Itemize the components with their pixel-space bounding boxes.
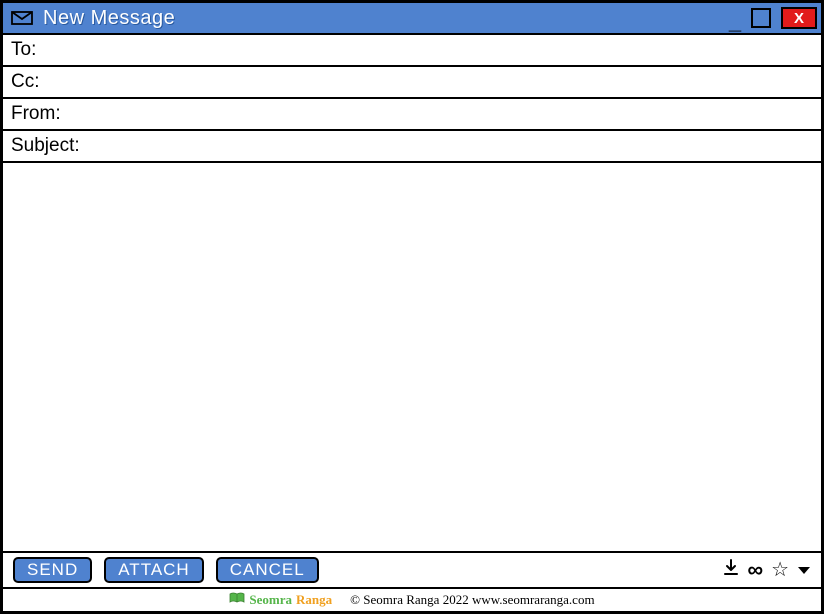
compose-toolbar: SEND ATTACH CANCEL ∞ ☆: [3, 553, 821, 589]
footer: Seomra Ranga © Seomra Ranga 2022 www.seo…: [3, 589, 821, 611]
star-icon[interactable]: ☆: [771, 560, 789, 580]
to-field-row[interactable]: To:: [3, 35, 821, 67]
envelope-icon: [11, 11, 33, 25]
to-label: To:: [11, 39, 36, 61]
from-field-row[interactable]: From:: [3, 99, 821, 131]
minimize-button[interactable]: _: [723, 6, 747, 30]
send-button[interactable]: SEND: [13, 557, 92, 583]
attach-button[interactable]: ATTACH: [104, 557, 203, 583]
cc-label: Cc:: [11, 71, 40, 93]
title-bar: New Message _ X: [3, 3, 821, 35]
dropdown-icon[interactable]: [797, 560, 811, 580]
brand-logo: Seomra Ranga: [229, 592, 332, 609]
subject-field-row[interactable]: Subject:: [3, 131, 821, 163]
cc-field-row[interactable]: Cc:: [3, 67, 821, 99]
message-body[interactable]: [3, 163, 821, 553]
window-controls: _ X: [723, 6, 817, 30]
cancel-button[interactable]: CANCEL: [216, 557, 319, 583]
maximize-button[interactable]: [751, 8, 771, 28]
email-compose-window: New Message _ X To: Cc: From: Subject: S…: [0, 0, 824, 614]
toolbar-right-icons: ∞ ☆: [723, 559, 811, 581]
copyright-text: © Seomra Ranga 2022 www.seomraranga.com: [350, 592, 594, 608]
brand-word-1: Seomra: [249, 592, 292, 608]
subject-label: Subject:: [11, 135, 80, 157]
brand-word-2: Ranga: [296, 592, 332, 608]
from-label: From:: [11, 103, 61, 125]
link-icon[interactable]: ∞: [747, 559, 763, 581]
window-title: New Message: [43, 7, 723, 30]
book-icon: [229, 592, 245, 609]
download-icon[interactable]: [723, 559, 739, 581]
close-button[interactable]: X: [781, 7, 817, 29]
